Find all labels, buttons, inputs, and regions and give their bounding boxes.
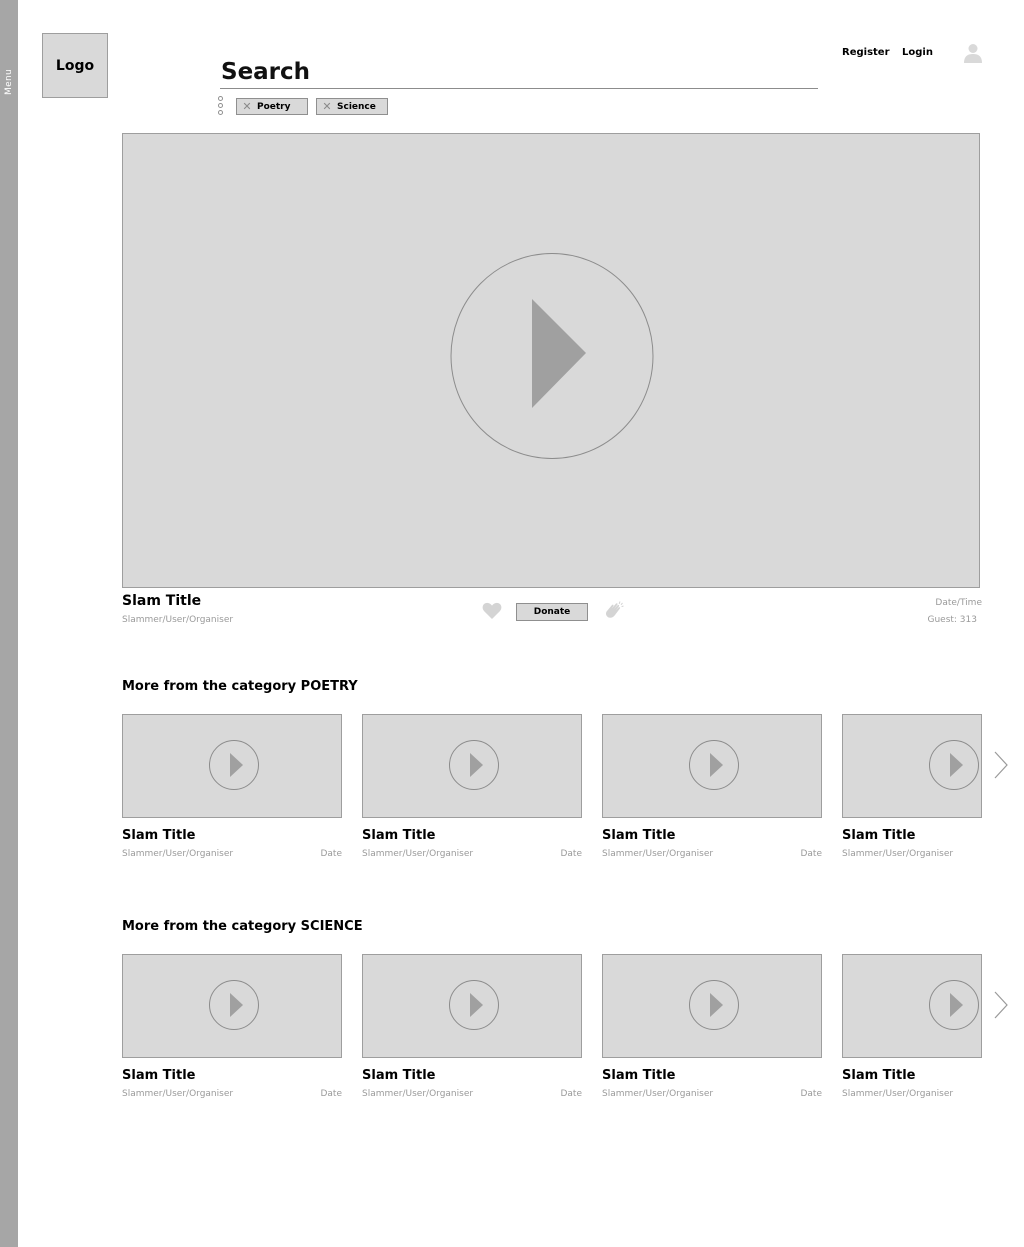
card-date: Date (320, 849, 342, 859)
play-icon (449, 980, 499, 1030)
video-thumbnail[interactable] (602, 714, 822, 818)
video-row-science: Slam Title Slammer/User/Organiser Date S… (122, 954, 1024, 1104)
card-date: Date (320, 1089, 342, 1099)
card-date: Date (800, 1089, 822, 1099)
video-thumbnail[interactable] (842, 954, 982, 1058)
filter-chip-science[interactable]: ✕ Science (316, 98, 388, 115)
card-title[interactable]: Slam Title (122, 828, 195, 843)
section-title-poetry: More from the category POETRY (122, 679, 358, 694)
video-thumbnail[interactable] (362, 714, 582, 818)
heart-icon[interactable] (482, 602, 502, 620)
card-title[interactable]: Slam Title (122, 1068, 195, 1083)
play-icon (449, 740, 499, 790)
play-icon (209, 980, 259, 1030)
play-icon (689, 740, 739, 790)
card-title[interactable]: Slam Title (842, 1068, 915, 1083)
featured-subtitle: Slammer/User/Organiser (122, 615, 234, 625)
card-title[interactable]: Slam Title (842, 828, 915, 843)
donate-button[interactable]: Donate (516, 603, 588, 621)
video-card[interactable]: Slam Title Slammer/User/Organiser Date (602, 714, 822, 864)
side-menu-label: Menu (4, 69, 14, 95)
clap-icon[interactable] (603, 600, 625, 622)
card-subtitle: Slammer/User/Organiser (842, 1089, 954, 1099)
logo-text: Logo (55, 57, 95, 74)
card-subtitle: Slammer/User/Organiser (362, 1089, 474, 1099)
close-icon[interactable]: ✕ (237, 99, 257, 114)
video-card[interactable]: Slam Title Slammer/User/Organiser (842, 714, 982, 864)
more-options-icon[interactable] (217, 96, 225, 116)
card-subtitle: Slammer/User/Organiser (602, 849, 714, 859)
filter-chip-label: Poetry (257, 101, 291, 112)
video-thumbnail[interactable] (122, 714, 342, 818)
side-menu[interactable]: Menu (0, 0, 18, 1247)
section-title-science: More from the category SCIENCE (122, 919, 363, 934)
card-title[interactable]: Slam Title (362, 828, 435, 843)
card-date: Date (560, 849, 582, 859)
filter-chip-label: Science (337, 101, 376, 112)
video-card[interactable]: Slam Title Slammer/User/Organiser Date (122, 954, 342, 1104)
video-player[interactable] (122, 133, 980, 588)
chevron-right-icon[interactable] (992, 990, 1010, 1020)
search-input[interactable] (220, 56, 818, 88)
play-icon (689, 980, 739, 1030)
featured-guest-count: Guest: 313 (927, 615, 977, 625)
featured-title[interactable]: Slam Title (122, 593, 201, 609)
video-card[interactable]: Slam Title Slammer/User/Organiser (842, 954, 982, 1104)
card-title[interactable]: Slam Title (602, 1068, 675, 1083)
play-icon (209, 740, 259, 790)
card-date: Date (800, 849, 822, 859)
card-subtitle: Slammer/User/Organiser (122, 849, 234, 859)
login-link[interactable]: Login (902, 47, 933, 58)
video-thumbnail[interactable] (842, 714, 982, 818)
card-subtitle: Slammer/User/Organiser (362, 849, 474, 859)
card-date: Date (560, 1089, 582, 1099)
logo[interactable]: Logo (42, 33, 108, 98)
play-icon (929, 740, 979, 790)
card-title[interactable]: Slam Title (602, 828, 675, 843)
video-card[interactable]: Slam Title Slammer/User/Organiser Date (602, 954, 822, 1104)
close-icon[interactable]: ✕ (317, 99, 337, 114)
register-link[interactable]: Register (842, 47, 890, 58)
filter-chip-poetry[interactable]: ✕ Poetry (236, 98, 308, 115)
video-row-poetry: Slam Title Slammer/User/Organiser Date S… (122, 714, 1024, 864)
video-thumbnail[interactable] (122, 954, 342, 1058)
play-icon[interactable] (449, 252, 655, 460)
video-thumbnail[interactable] (362, 954, 582, 1058)
featured-datetime: Date/Time (935, 598, 982, 608)
chevron-right-icon[interactable] (992, 750, 1010, 780)
card-subtitle: Slammer/User/Organiser (602, 1089, 714, 1099)
search-bar (220, 56, 818, 89)
play-icon (929, 980, 979, 1030)
video-card[interactable]: Slam Title Slammer/User/Organiser Date (362, 714, 582, 864)
video-card[interactable]: Slam Title Slammer/User/Organiser Date (122, 714, 342, 864)
card-subtitle: Slammer/User/Organiser (122, 1089, 234, 1099)
user-icon[interactable] (962, 42, 984, 64)
video-thumbnail[interactable] (602, 954, 822, 1058)
card-subtitle: Slammer/User/Organiser (842, 849, 954, 859)
card-title[interactable]: Slam Title (362, 1068, 435, 1083)
video-card[interactable]: Slam Title Slammer/User/Organiser Date (362, 954, 582, 1104)
